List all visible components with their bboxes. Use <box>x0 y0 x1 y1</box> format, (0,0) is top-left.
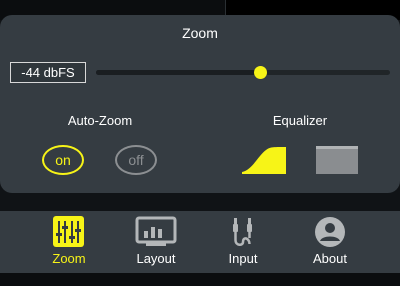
tab-zoom-label: Zoom <box>52 251 86 266</box>
level-readout: -44 dbFS <box>10 62 86 83</box>
tab-zoom[interactable]: Zoom <box>29 211 109 273</box>
tab-about-label: About <box>313 251 347 266</box>
zoom-title: Zoom <box>182 25 218 41</box>
eq-high-shelf-button[interactable] <box>242 146 286 174</box>
layout-chart-icon <box>135 216 177 246</box>
eq-flat-button[interactable] <box>316 146 358 174</box>
user-icon <box>315 217 345 247</box>
sliders-icon <box>53 216 84 247</box>
tab-input-label: Input <box>228 251 258 266</box>
tab-input[interactable]: Input <box>203 211 283 273</box>
tab-layout-label: Layout <box>136 251 176 266</box>
tab-about[interactable]: About <box>290 211 370 273</box>
zoom-slider-track[interactable] <box>96 70 390 75</box>
bottom-bar <box>0 273 400 286</box>
auto-zoom-label: Auto-Zoom <box>67 113 133 128</box>
high-shelf-curve-icon <box>242 147 286 174</box>
auto-zoom-on-button[interactable]: on <box>42 145 84 175</box>
audio-jack-icon <box>233 218 252 246</box>
auto-zoom-off-button[interactable]: off <box>115 145 157 175</box>
equalizer-label: Equalizer <box>272 113 328 128</box>
flat-eq-icon <box>316 146 358 174</box>
tab-layout[interactable]: Layout <box>116 211 196 273</box>
tab-bar: Zoom Layout Input About <box>0 211 400 273</box>
zoom-slider-fill <box>96 70 261 75</box>
